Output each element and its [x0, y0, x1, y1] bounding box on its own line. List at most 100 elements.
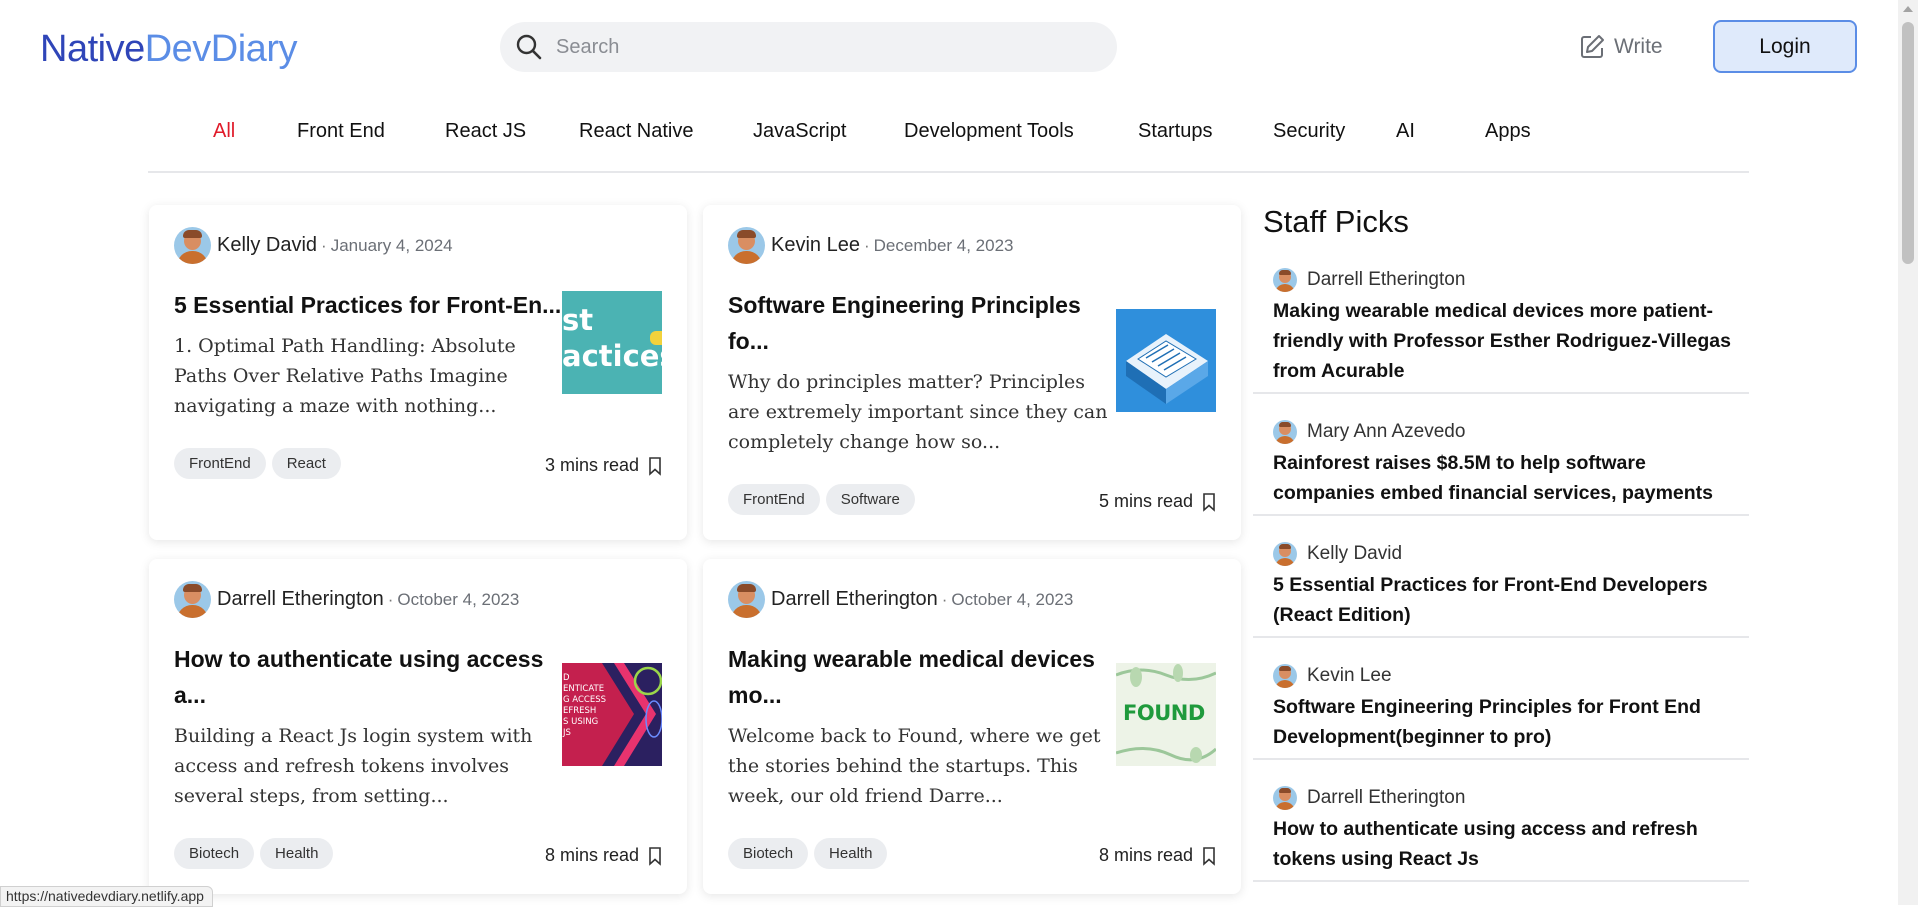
avatar [728, 227, 765, 264]
author-name[interactable]: Darrell Etherington [1307, 787, 1465, 809]
author-name[interactable]: Kevin Lee [771, 234, 860, 257]
tag-frontend[interactable]: FrontEnd [728, 484, 820, 515]
write-label: Write [1614, 35, 1663, 58]
avatar [1273, 542, 1297, 566]
pick-title[interactable]: Rainforest raises $8.5M to help software… [1273, 448, 1733, 508]
author-name[interactable]: Kevin Lee [1307, 665, 1392, 687]
status-url: https://nativedevdiary.netlify.app [0, 886, 213, 907]
read-time: 3 mins read [545, 455, 662, 476]
pick-author[interactable]: Darrell Etherington [1273, 268, 1465, 292]
search-bar[interactable] [500, 22, 1117, 72]
author-name[interactable]: Mary Ann Azevedo [1307, 421, 1465, 443]
tag-software[interactable]: Software [825, 484, 915, 515]
category-all[interactable]: All [213, 120, 235, 143]
post-thumbnail[interactable]: D ENTICATE G ACCESS EFRESH S USING JS [562, 663, 662, 766]
post-card[interactable]: Kevin Lee · December 4, 2023 Software En… [703, 205, 1241, 540]
post-tags: FrontEnd React [174, 448, 347, 479]
tag-react[interactable]: React [271, 448, 341, 479]
category-development-tools[interactable]: Development Tools [904, 120, 1074, 143]
author-name[interactable]: Kelly David [1307, 543, 1402, 565]
avatar [1273, 664, 1297, 688]
avatar [728, 581, 765, 618]
author-name[interactable]: Darrell Etherington [771, 588, 938, 611]
thumb-text-5: S USING [563, 717, 599, 727]
category-ai[interactable]: AI [1396, 120, 1415, 143]
building-illustration [1126, 334, 1208, 404]
post-card[interactable]: Darrell Etherington · October 4, 2023 Ho… [149, 559, 687, 894]
tag-health[interactable]: Health [814, 838, 888, 869]
pick-title[interactable]: 5 Essential Practices for Front-End Deve… [1273, 570, 1733, 630]
category-front-end[interactable]: Front End [297, 120, 385, 143]
category-react-native[interactable]: React Native [579, 120, 694, 143]
post-thumbnail[interactable]: st actices [562, 291, 662, 394]
pick-title[interactable]: Making wearable medical devices more pat… [1273, 296, 1733, 386]
bookmark-icon[interactable] [648, 456, 662, 476]
scrollbar-thumb[interactable] [1902, 22, 1914, 264]
post-author[interactable]: Kelly David · January 4, 2024 [174, 227, 453, 264]
search-input[interactable] [554, 34, 1078, 60]
author-name[interactable]: Darrell Etherington [1307, 269, 1465, 291]
separator-dot: · [321, 235, 327, 255]
tag-frontend[interactable]: FrontEnd [174, 448, 266, 479]
thumb-text-1: D [563, 673, 570, 683]
post-title[interactable]: Making wearable medical devices mo... [728, 641, 1113, 713]
read-time-label: 8 mins read [1098, 845, 1193, 865]
avatar [1273, 786, 1297, 810]
pick-author[interactable]: Mary Ann Azevedo [1273, 420, 1465, 444]
staff-pick-item[interactable]: Darrell Etherington Making wearable medi… [1253, 258, 1749, 394]
pick-author[interactable]: Darrell Etherington [1273, 786, 1465, 810]
tag-biotech[interactable]: Biotech [728, 838, 809, 869]
thumb-text-1: st [562, 303, 594, 337]
category-apps[interactable]: Apps [1485, 120, 1531, 143]
post-excerpt: Why do principles matter? Principles are… [728, 371, 1108, 453]
thumb-text-2: ENTICATE [563, 684, 605, 694]
post-author[interactable]: Kevin Lee · December 4, 2023 [728, 227, 1014, 264]
post-date: October 4, 2023 [951, 589, 1074, 609]
post-title[interactable]: How to authenticate using access a... [174, 641, 559, 713]
read-time: 8 mins read [545, 845, 662, 866]
post-thumbnail[interactable] [1116, 309, 1216, 412]
category-react-js[interactable]: React JS [445, 120, 526, 143]
category-startups[interactable]: Startups [1138, 120, 1212, 143]
staff-pick-item[interactable]: Mary Ann Azevedo Rainforest raises $8.5M… [1253, 410, 1749, 516]
pick-title[interactable]: How to authenticate using access and ref… [1273, 814, 1733, 874]
separator-dot: · [941, 589, 948, 609]
site-logo[interactable]: NativeDevDiary [40, 28, 297, 71]
author-name[interactable]: Darrell Etherington [217, 588, 384, 611]
write-link[interactable]: Write [1578, 33, 1663, 61]
post-author[interactable]: Darrell Etherington · October 4, 2023 [728, 581, 1073, 618]
post-excerpt: 1. Optimal Path Handling: Absolute Paths… [174, 335, 516, 417]
tag-health[interactable]: Health [260, 838, 334, 869]
thumb-text-3: G ACCESS [563, 695, 606, 705]
staff-picks-heading: Staff Picks [1263, 204, 1409, 239]
pick-title[interactable]: Software Engineering Principles for Fron… [1273, 692, 1733, 752]
post-author[interactable]: Darrell Etherington · October 4, 2023 [174, 581, 519, 618]
staff-pick-item[interactable]: Kelly David 5 Essential Practices for Fr… [1253, 532, 1749, 638]
read-time-label: 5 mins read [1098, 491, 1193, 511]
author-name[interactable]: Kelly David [217, 234, 317, 257]
bookmark-icon[interactable] [648, 846, 662, 866]
post-card[interactable]: Darrell Etherington · October 4, 2023 Ma… [703, 559, 1241, 894]
post-date: January 4, 2024 [330, 235, 453, 255]
logo-devdiary: DevDiary [144, 28, 298, 70]
post-card[interactable]: Kelly David · January 4, 2024 5 Essentia… [149, 205, 687, 540]
pick-author[interactable]: Kevin Lee [1273, 664, 1392, 688]
post-tags: FrontEnd Software [728, 484, 921, 515]
thumb-text-6: JS [563, 728, 571, 738]
category-security[interactable]: Security [1273, 120, 1345, 143]
post-thumbnail[interactable]: FOUND [1116, 663, 1216, 766]
post-title[interactable]: Software Engineering Principles fo... [728, 287, 1098, 359]
tag-biotech[interactable]: Biotech [174, 838, 255, 869]
pick-author[interactable]: Kelly David [1273, 542, 1402, 566]
bookmark-icon[interactable] [1202, 846, 1216, 866]
avatar [174, 581, 211, 618]
scroll-up-arrow-icon[interactable] [1903, 6, 1913, 12]
separator-dot: · [387, 589, 394, 609]
staff-pick-item[interactable]: Darrell Etherington How to authenticate … [1253, 776, 1749, 882]
pencil-square-icon [1581, 35, 1604, 58]
bookmark-icon[interactable] [1202, 492, 1216, 512]
post-title[interactable]: 5 Essential Practices for Front-En... [174, 287, 569, 323]
category-javascript[interactable]: JavaScript [753, 120, 846, 143]
login-button[interactable]: Login [1713, 20, 1857, 73]
staff-pick-item[interactable]: Kevin Lee Software Engineering Principle… [1253, 654, 1749, 760]
